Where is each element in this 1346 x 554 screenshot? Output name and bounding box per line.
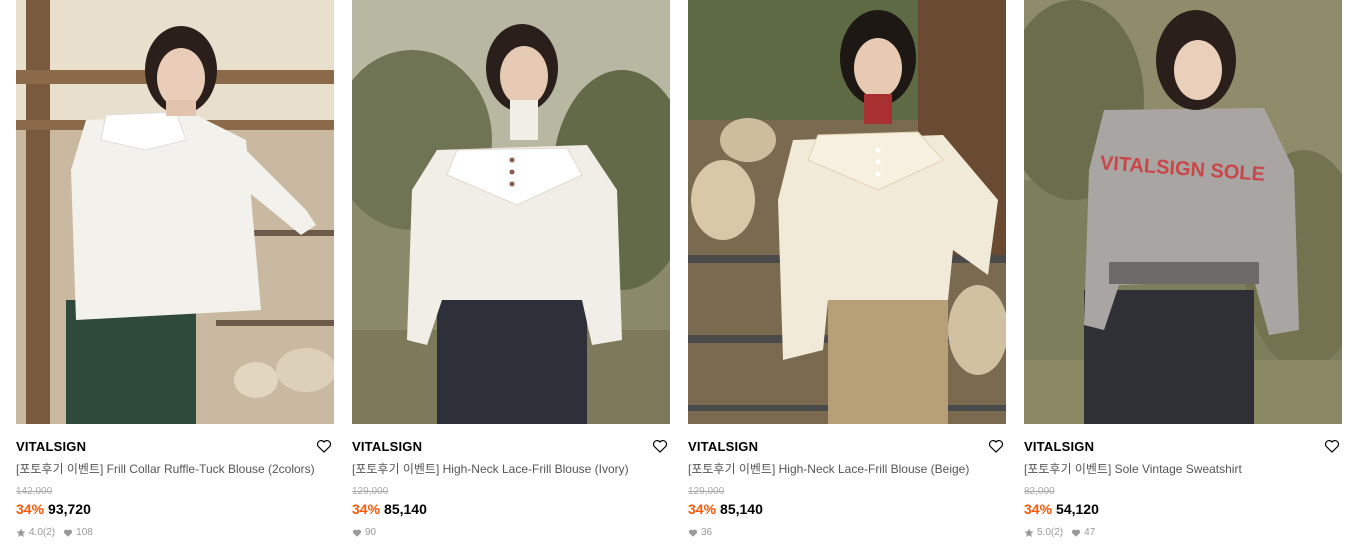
product-name[interactable]: [포토후기 이벤트] Sole Vintage Sweatshirt <box>1024 461 1342 477</box>
star-icon <box>16 528 26 537</box>
discount-rate: 34% <box>16 501 45 517</box>
original-price: 82,000 <box>1024 486 1055 497</box>
heart-outline-icon[interactable] <box>1324 438 1340 454</box>
product-card[interactable]: VITALSIGN [포토후기 이벤트] High-Neck Lace-Fril… <box>688 0 1006 539</box>
product-meta: 5.0 (2) 47 <box>1024 527 1342 539</box>
like-count: 108 <box>76 527 93 538</box>
heart-outline-icon[interactable] <box>316 438 332 454</box>
star-icon <box>1024 528 1034 537</box>
original-price: 142,000 <box>16 486 53 497</box>
product-name[interactable]: [포토후기 이벤트] High-Neck Lace-Frill Blouse (… <box>352 461 670 477</box>
sale-price: 93,720 <box>48 501 91 517</box>
sale-price: 85,140 <box>720 501 763 517</box>
like-count: 90 <box>365 527 377 538</box>
product-meta: 36 <box>688 527 1006 539</box>
like-count: 47 <box>1084 527 1096 538</box>
product-card[interactable]: VITALSIGN SOLE VITALSIGN [포토후기 이벤트] Sole… <box>1024 0 1342 539</box>
like-count: 36 <box>701 527 713 538</box>
product-name[interactable]: [포토후기 이벤트] Frill Collar Ruffle-Tuck Blou… <box>16 461 334 477</box>
product-card[interactable]: VITALSIGN [포토후기 이벤트] High-Neck Lace-Fril… <box>352 0 670 539</box>
rating-value: 4.0 <box>29 527 43 538</box>
product-image[interactable] <box>352 0 670 424</box>
review-count: (2) <box>42 527 56 538</box>
heart-outline-icon[interactable] <box>652 438 668 454</box>
sale-price: 54,120 <box>1056 501 1099 517</box>
sale-price: 85,140 <box>384 501 427 517</box>
product-meta: 90 <box>352 527 670 539</box>
rating-value: 5.0 <box>1037 527 1051 538</box>
heart-filled-icon <box>64 529 73 537</box>
brand-name[interactable]: VITALSIGN <box>352 438 670 456</box>
product-name[interactable]: [포토후기 이벤트] High-Neck Lace-Frill Blouse (… <box>688 461 1006 477</box>
brand-name[interactable]: VITALSIGN <box>16 438 334 456</box>
product-image[interactable]: VITALSIGN SOLE <box>1024 0 1342 424</box>
discount-rate: 34% <box>352 501 381 517</box>
heart-filled-icon <box>352 529 362 537</box>
discount-rate: 34% <box>1024 501 1053 517</box>
product-grid: VITALSIGN [포토후기 이벤트] Frill Collar Ruffle… <box>0 0 1346 554</box>
product-image[interactable] <box>16 0 334 424</box>
heart-filled-icon <box>1072 529 1081 537</box>
original-price: 129,000 <box>688 486 725 497</box>
brand-name[interactable]: VITALSIGN <box>688 438 1006 456</box>
original-price: 129,000 <box>352 486 389 497</box>
review-count: (2) <box>1050 527 1064 538</box>
discount-rate: 34% <box>688 501 717 517</box>
product-meta: 4.0 (2) 108 <box>16 527 334 539</box>
product-image[interactable] <box>688 0 1006 424</box>
heart-filled-icon <box>688 529 698 537</box>
brand-name[interactable]: VITALSIGN <box>1024 438 1342 456</box>
heart-outline-icon[interactable] <box>988 438 1004 454</box>
product-card[interactable]: VITALSIGN [포토후기 이벤트] Frill Collar Ruffle… <box>16 0 334 539</box>
